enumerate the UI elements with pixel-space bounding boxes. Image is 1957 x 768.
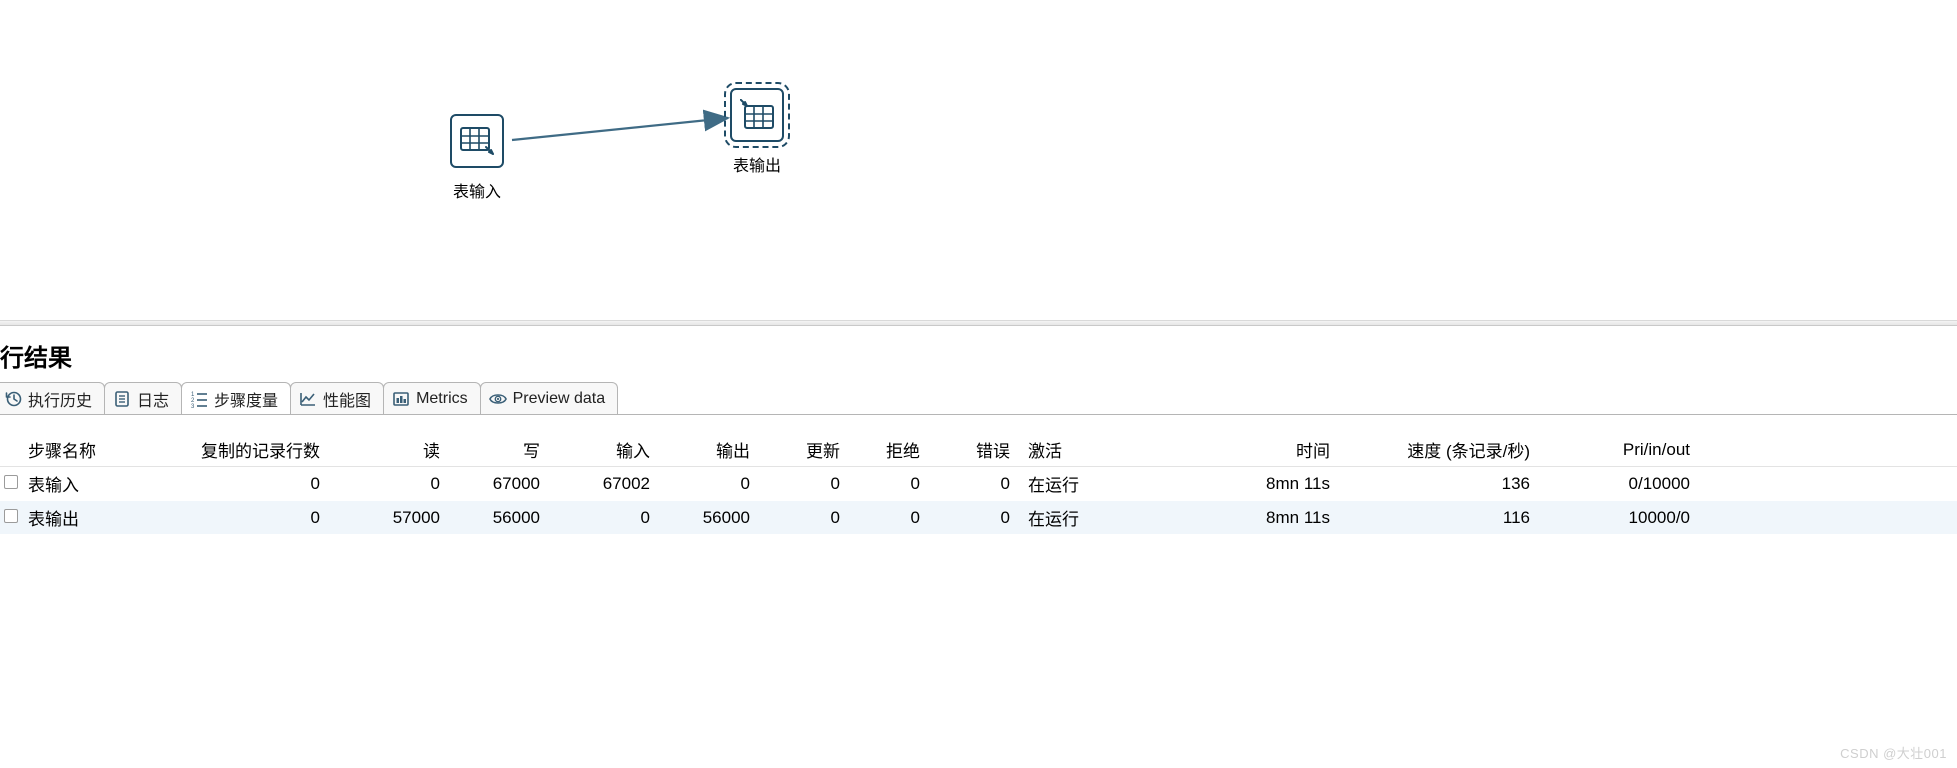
tab-label: 日志 [137, 387, 169, 411]
cell-errors: 0 [932, 467, 1022, 501]
table-input-icon [450, 114, 504, 168]
col-active[interactable]: 激活 [1022, 433, 1142, 467]
cell-output: 56000 [662, 501, 762, 535]
cell-time: 8mn 11s [1142, 501, 1342, 535]
step-label: 表输出 [733, 152, 781, 176]
select-all-header[interactable] [0, 433, 22, 467]
tab-step-metrics[interactable]: 123 步骤度量 [181, 382, 291, 414]
metrics-icon [392, 390, 410, 408]
tab-label: Preview data [513, 390, 606, 408]
table-row[interactable]: 表输入0067000670020000在运行8mn 11s1360/10000 [0, 467, 1957, 501]
col-updated[interactable]: 更新 [762, 433, 852, 467]
cell-copies: 0 [192, 467, 332, 501]
tab-preview[interactable]: Preview data [480, 382, 619, 414]
col-errors[interactable]: 错误 [932, 433, 1022, 467]
watermark-text: CSDN @大壮001 [1840, 743, 1947, 762]
col-output[interactable]: 输出 [662, 433, 762, 467]
cell-written: 56000 [452, 501, 552, 535]
cell-rejected: 0 [852, 467, 932, 501]
cell-step_name: 表输入 [22, 467, 192, 501]
cell-active: 在运行 [1022, 501, 1142, 535]
col-rejected[interactable]: 拒绝 [852, 433, 932, 467]
cell-updated: 0 [762, 501, 852, 535]
transformation-canvas[interactable]: 表输入 表输出 [0, 0, 1957, 320]
eye-icon [489, 390, 507, 408]
col-copies[interactable]: 复制的记录行数 [192, 433, 332, 467]
col-read[interactable]: 读 [332, 433, 452, 467]
table-output-icon [730, 88, 784, 142]
cell-speed: 116 [1342, 501, 1542, 535]
cell-errors: 0 [932, 501, 1022, 535]
cell-active: 在运行 [1022, 467, 1142, 501]
cell-rejected: 0 [852, 501, 932, 535]
cell-output: 0 [662, 467, 762, 501]
cell-pri: 10000/0 [1542, 501, 1702, 535]
col-input[interactable]: 输入 [552, 433, 662, 467]
row-checkbox[interactable] [0, 501, 22, 535]
step-metrics-table: 步骤名称复制的记录行数读写输入输出更新拒绝错误激活时间速度 (条记录/秒)Pri… [0, 433, 1957, 535]
tab-label: 步骤度量 [214, 387, 278, 411]
cell-written: 67000 [452, 467, 552, 501]
cell-time: 8mn 11s [1142, 467, 1342, 501]
tab-label: 执行历史 [28, 387, 92, 411]
list-numbered-icon: 123 [190, 390, 208, 408]
row-checkbox[interactable] [0, 467, 22, 501]
svg-text:3: 3 [191, 404, 195, 408]
cell-read: 57000 [332, 501, 452, 535]
results-tabs: 执行历史 日志 123 步骤度量 性能图 Metrics Preview data [0, 381, 1957, 415]
table-row[interactable]: 表输出05700056000056000000在运行8mn 11s1161000… [0, 501, 1957, 535]
cell-speed: 136 [1342, 467, 1542, 501]
tab-label: 性能图 [323, 387, 371, 411]
hop-arrow[interactable] [510, 106, 740, 146]
col-written[interactable]: 写 [452, 433, 552, 467]
tab-metrics[interactable]: Metrics [383, 382, 481, 414]
results-panel-title: 行结果 [0, 326, 1957, 381]
tab-perf[interactable]: 性能图 [290, 382, 384, 414]
tab-log[interactable]: 日志 [104, 382, 182, 414]
step-label: 表输入 [453, 178, 501, 202]
col-step_name[interactable]: 步骤名称 [22, 433, 192, 467]
log-icon [113, 390, 131, 408]
chart-line-icon [299, 390, 317, 408]
cell-input: 67002 [552, 467, 662, 501]
step-table-input[interactable]: 表输入 [450, 114, 504, 202]
col-time[interactable]: 时间 [1142, 433, 1342, 467]
cell-copies: 0 [192, 501, 332, 535]
tab-history[interactable]: 执行历史 [0, 382, 105, 414]
cell-pri: 0/10000 [1542, 467, 1702, 501]
tab-label: Metrics [416, 390, 468, 408]
cell-updated: 0 [762, 467, 852, 501]
step-table-output[interactable]: 表输出 [730, 88, 784, 176]
history-icon [4, 390, 22, 408]
col-pri[interactable]: Pri/in/out [1542, 433, 1702, 467]
col-speed[interactable]: 速度 (条记录/秒) [1342, 433, 1542, 467]
cell-input: 0 [552, 501, 662, 535]
cell-step_name: 表输出 [22, 501, 192, 535]
cell-read: 0 [332, 467, 452, 501]
